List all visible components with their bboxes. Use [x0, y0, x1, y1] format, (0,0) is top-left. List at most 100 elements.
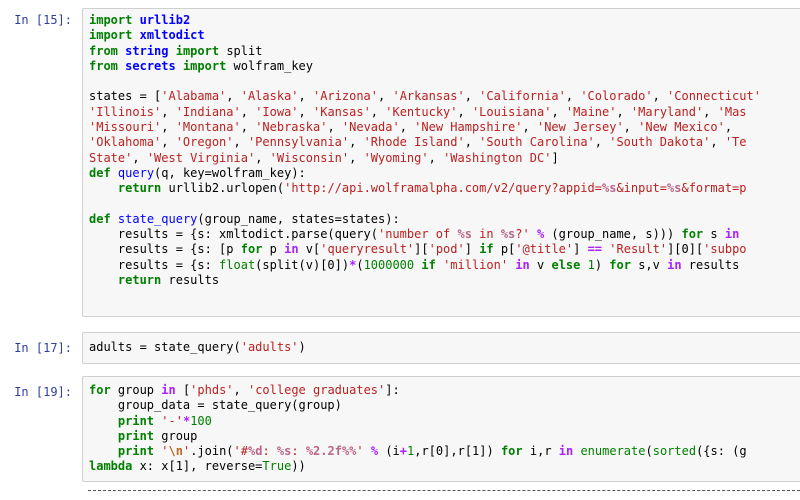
code-token: )) — [291, 459, 306, 474]
input-prompt-17: In [17]: — [14, 341, 72, 355]
code-token: 'Te — [724, 135, 747, 150]
code-token: , — [616, 104, 631, 119]
code-token: import — [175, 43, 220, 58]
code-token: , — [240, 104, 256, 119]
code-token: , — [703, 104, 718, 119]
code-token: def — [89, 165, 111, 180]
code-token: float — [219, 257, 256, 272]
code-token: , — [428, 150, 444, 165]
code-token: 'Connecticut' — [667, 89, 761, 104]
code-token: (i — [378, 444, 400, 459]
code-block-15: import urllib2 import xmltodict from str… — [83, 9, 800, 288]
code-editor-17[interactable]: adults = state_query('adults') — [82, 332, 800, 364]
code-token: , — [457, 104, 472, 119]
code-token: 'New Mexico' — [638, 120, 725, 135]
code-editor-15[interactable]: import urllib2 import xmltodict from str… — [82, 8, 800, 317]
code-token: 100 — [190, 413, 212, 428]
code-token: 'college graduates' — [247, 383, 386, 397]
code-token: ) — [298, 340, 306, 354]
code-token: print — [117, 413, 155, 428]
code-token: print — [117, 444, 155, 459]
code-token: xmltodict — [139, 28, 205, 43]
code-token: 'queryresult' — [320, 242, 415, 257]
code-line: from secrets import wolfram_key — [89, 59, 313, 73]
code-token: states = [ — [89, 89, 162, 104]
code-token: results — [161, 273, 220, 288]
code-token: from — [89, 58, 118, 73]
code-token: , — [710, 135, 725, 150]
code-token: in — [515, 257, 530, 272]
code-token: ][0][ — [667, 242, 704, 257]
code-token: , — [255, 150, 270, 165]
code-token: 'California' — [479, 89, 566, 104]
code-editor-19[interactable]: for group in ['phds', 'college graduates… — [82, 376, 800, 482]
code-token: : — [262, 444, 277, 459]
code-token: , — [522, 120, 537, 135]
code-line: print group — [89, 429, 197, 443]
code-token: 'Oklahoma' — [89, 135, 162, 150]
code-token: , — [349, 150, 364, 165]
code-token: ] — [551, 150, 559, 165]
code-token: wolfram_key — [226, 58, 314, 73]
code-token: , — [298, 104, 313, 119]
code-token: 1 — [587, 257, 595, 272]
code-token: lambda — [89, 459, 133, 474]
code-line: group_data = state_query(group) — [89, 398, 342, 412]
code-line: 'Missouri', 'Montana', 'Nebraska', 'Neva… — [89, 120, 739, 134]
code-token: &format=p — [681, 181, 747, 196]
code-token: in — [558, 444, 574, 459]
code-token: , — [240, 120, 256, 135]
code-token: def — [89, 211, 111, 226]
code-token: + — [399, 444, 408, 459]
code-line: lambda x: x[1], reverse=True)) — [89, 459, 306, 473]
code-line: from string import split — [89, 44, 262, 58]
code-token: for — [89, 383, 111, 397]
code-line: State', 'West Virginia', 'Wisconsin', 'W… — [89, 151, 559, 165]
code-line: 'Illinois', 'Indiana', 'Iowa', 'Kansas',… — [89, 105, 747, 119]
code-token: results = {s: [p — [89, 242, 241, 257]
code-token: ]: — [385, 383, 400, 397]
code-block-17: adults = state_query('adults') — [83, 333, 800, 355]
code-token: 'Wyoming' — [363, 150, 429, 165]
code-line: import xmltodict — [89, 28, 205, 42]
code-token: for — [500, 444, 523, 459]
code-token: , — [565, 89, 581, 104]
code-token: 'Missouri' — [89, 120, 162, 135]
code-token: 'Arkansas' — [392, 89, 465, 104]
code-token: 'Alabama' — [161, 89, 227, 104]
code-line: results = {s: [p for p in v['queryresult… — [89, 242, 747, 256]
code-token: 'Oregon' — [175, 135, 234, 150]
code-line: print '-'*100 — [89, 414, 212, 428]
code-token: , — [161, 104, 176, 119]
code-token: , — [233, 135, 248, 150]
code-token: s,v — [630, 257, 668, 272]
code-token: results — [681, 257, 740, 272]
code-token: , — [399, 120, 415, 135]
code-token: &input= — [616, 181, 668, 196]
code-token: group — [110, 383, 162, 397]
code-token: if — [421, 257, 436, 272]
code-token: ) — [594, 257, 610, 272]
code-token: if — [479, 242, 494, 257]
code-token: , — [370, 104, 386, 119]
code-token: results = {s: xmltodict.parse(query( — [89, 227, 378, 242]
code-token: (group_name, s))) — [544, 227, 682, 242]
code-token: '-' — [161, 413, 183, 428]
code-token: 'adults' — [240, 340, 299, 354]
code-token: %s — [601, 181, 617, 196]
code-token: in — [724, 227, 740, 242]
code-token: from — [89, 43, 118, 58]
code-token: 'Arizona' — [312, 89, 379, 104]
code-token: , — [652, 89, 668, 104]
code-token: 'Pennsylvania' — [247, 135, 350, 150]
code-token: ' — [161, 444, 169, 459]
code-token: 1000000 — [363, 257, 415, 272]
code-token: secrets — [125, 58, 176, 73]
code-token: urllib2 — [139, 13, 191, 27]
code-token: v[ — [298, 242, 321, 257]
code-token: 'pod' — [428, 242, 465, 257]
